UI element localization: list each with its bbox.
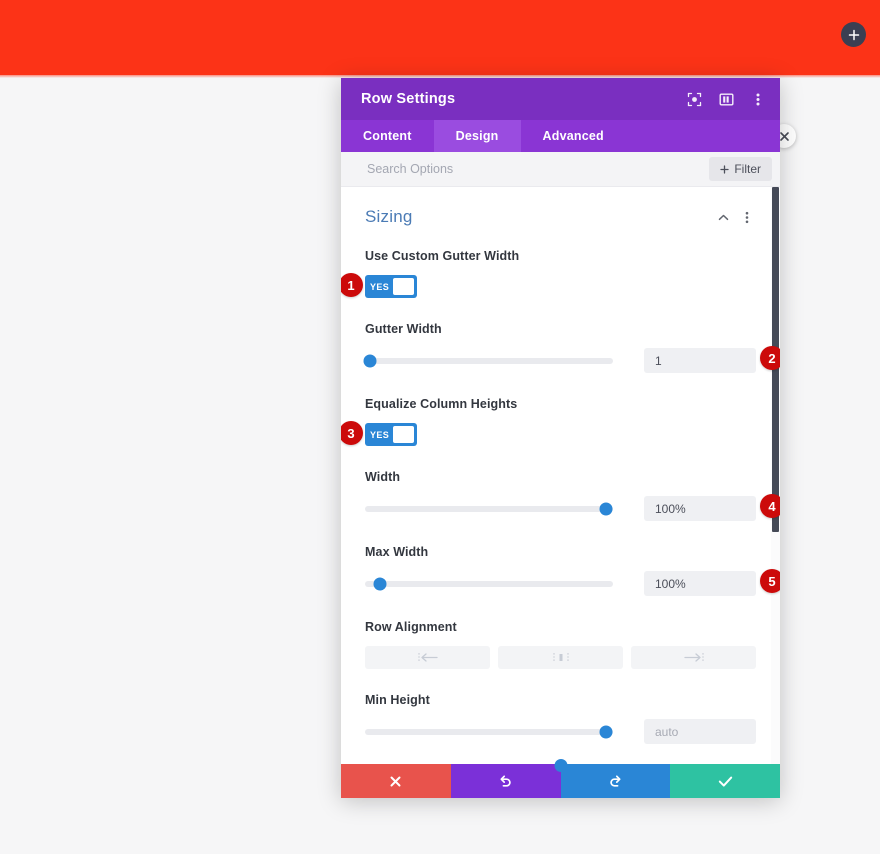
add-module-button[interactable] <box>841 22 866 47</box>
badge-1: 1 <box>341 273 363 297</box>
input-max-width[interactable] <box>644 571 756 596</box>
field-label: Max Width <box>365 545 429 559</box>
toggle-use-custom-gutter-width[interactable]: YES <box>365 275 417 298</box>
input-min-height[interactable] <box>644 719 756 744</box>
close-icon <box>390 776 401 786</box>
plus-icon <box>848 29 859 40</box>
toggle-equalize-column-heights[interactable]: YES <box>365 423 417 446</box>
search-row: Filter <box>341 152 780 187</box>
input-gutter-width[interactable] <box>644 348 756 373</box>
tab-advanced[interactable]: Advanced <box>521 120 626 152</box>
slider-handle[interactable] <box>373 577 387 590</box>
top-red-band <box>0 0 880 75</box>
badge-5: 5 <box>760 569 780 593</box>
discard-button[interactable] <box>341 764 451 798</box>
panel-header: Row Settings <box>341 78 780 120</box>
check-icon <box>718 776 732 787</box>
header-icon-group <box>686 91 766 107</box>
field-gutter-width: Gutter Width 2 <box>363 322 780 373</box>
resize-handle[interactable] <box>554 759 567 772</box>
save-button[interactable] <box>670 764 780 798</box>
field-label: Width <box>365 470 401 484</box>
slider-handle[interactable] <box>363 354 377 367</box>
toggle-knob <box>393 278 414 295</box>
align-left-button[interactable] <box>365 646 490 669</box>
badge-4: 4 <box>760 494 780 518</box>
toggle-state-label: YES <box>370 281 390 292</box>
align-center-icon <box>552 653 569 662</box>
field-label: Row Alignment <box>365 620 457 634</box>
chevron-up-icon[interactable] <box>714 208 732 226</box>
tab-design[interactable]: Design <box>433 120 521 152</box>
field-row-alignment: Row Alignment <box>365 620 756 669</box>
align-right-button[interactable] <box>631 646 756 669</box>
field-width: Width 4 <box>365 470 780 521</box>
badge-3: 3 <box>341 421 363 445</box>
badge-2: 2 <box>760 346 780 370</box>
slider-min-height[interactable] <box>365 725 613 738</box>
slider-gutter-width[interactable] <box>363 354 613 367</box>
field-label: Equalize Column Heights <box>365 397 518 411</box>
field-max-width: Max Width 5 <box>365 545 780 596</box>
field-use-custom-gutter-width: Use Custom Gutter Width 1 YES <box>341 249 756 298</box>
columns-layout-icon[interactable] <box>718 91 734 107</box>
panel-scrollbar[interactable] <box>771 187 780 764</box>
field-label: Gutter Width <box>365 322 442 336</box>
page-title: Row Settings <box>361 91 456 107</box>
slider-width[interactable] <box>365 502 613 515</box>
field-label: Use Custom Gutter Width <box>365 249 520 263</box>
field-min-height: Min Height <box>365 693 756 744</box>
undo-button[interactable] <box>450 764 561 798</box>
undo-icon <box>500 774 511 787</box>
toggle-state-label: YES <box>370 429 390 440</box>
filter-label: Filter <box>734 162 761 176</box>
field-equalize-column-heights: Equalize Column Heights 3 YES <box>341 397 756 446</box>
kebab-menu-icon[interactable] <box>738 208 756 226</box>
slider-handle[interactable] <box>599 502 613 515</box>
slider-handle[interactable] <box>599 725 613 738</box>
kebab-menu-icon[interactable] <box>750 91 766 107</box>
input-width[interactable] <box>644 496 756 521</box>
align-center-button[interactable] <box>498 646 623 669</box>
panel-body: Sizing Use Custom Gutter Width 1 YES Gut… <box>341 187 780 764</box>
field-label: Min Height <box>365 693 430 707</box>
align-right-icon <box>683 653 704 662</box>
slider-max-width[interactable] <box>365 577 613 590</box>
plus-icon <box>720 164 729 174</box>
align-left-icon <box>417 653 438 662</box>
tab-bar: Content Design Advanced <box>341 120 780 152</box>
filter-button[interactable]: Filter <box>709 157 772 181</box>
redo-icon <box>610 774 621 787</box>
close-icon <box>779 131 789 141</box>
panel-footer <box>341 759 780 798</box>
section-title: Sizing <box>365 207 413 226</box>
search-input[interactable] <box>365 161 710 177</box>
redo-button[interactable] <box>560 764 671 798</box>
tab-content[interactable]: Content <box>341 120 434 152</box>
row-settings-panel: Row Settings Content Design Advanced Sea… <box>341 78 780 798</box>
section-header-sizing: Sizing <box>365 207 756 227</box>
toggle-knob <box>393 426 414 443</box>
focus-icon[interactable] <box>686 91 702 107</box>
